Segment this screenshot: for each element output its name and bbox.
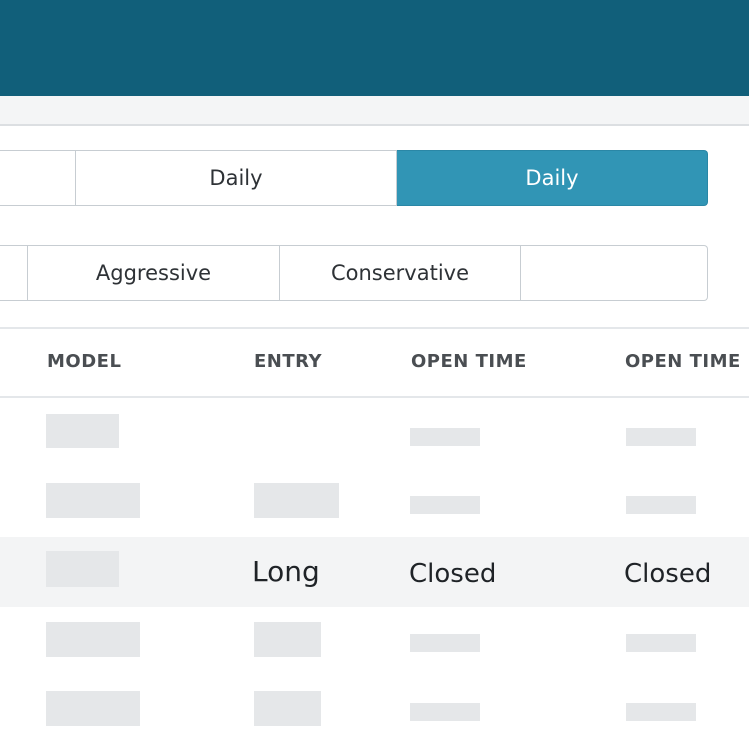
table-row[interactable] [0,468,749,538]
open-time-placeholder [626,703,696,721]
section-divider [0,327,749,329]
table-header: MODEL ENTRY OPEN TIME OPEN TIME [0,330,749,398]
open-time-placeholder [626,496,696,514]
app-header-bar [0,0,749,96]
timeframe-tab-daily-label: Daily [209,166,263,190]
entry-placeholder [254,622,321,657]
timeframe-segmented-control: Daily Daily [0,150,708,206]
table-row-highlighted[interactable]: Long Closed Closed [0,537,749,607]
column-header-entry[interactable]: ENTRY [254,351,322,372]
model-placeholder [46,414,119,448]
risk-tab-aggressive[interactable]: Aggressive [28,245,280,301]
timeframe-tab-daily-active-label: Daily [525,166,579,190]
timeframe-tab-1[interactable] [0,150,76,206]
column-header-model[interactable]: MODEL [47,351,121,372]
model-placeholder [46,691,140,726]
open-time-placeholder [626,428,696,446]
entry-placeholder [254,483,339,518]
risk-tab-conservative-label: Conservative [330,261,470,285]
model-placeholder [46,483,140,518]
open-time-placeholder [410,634,480,652]
table-row[interactable] [0,676,749,746]
table-row[interactable] [0,607,749,677]
model-placeholder [46,551,119,587]
open-time-placeholder [410,496,480,514]
open-time-placeholder [410,703,480,721]
entry-value: Long [252,555,320,588]
page: Daily Daily Aggressive Conservative MODE… [0,0,749,749]
column-header-open-time[interactable]: OPEN TIME [411,351,527,372]
open-time-placeholder [410,428,480,446]
risk-tab-conservative[interactable]: Conservative [280,245,521,301]
model-placeholder [46,622,140,657]
timeframe-tab-daily[interactable]: Daily [76,150,397,206]
entry-placeholder [254,691,321,726]
risk-tab-1[interactable] [0,245,28,301]
sub-header-strip [0,96,749,126]
timeframe-tab-daily-active[interactable]: Daily [397,150,708,206]
risk-tab-4[interactable] [521,245,708,301]
open-time-value-2: Closed [624,559,712,589]
table-row[interactable] [0,398,749,468]
risk-segmented-control: Aggressive Conservative [0,245,708,301]
column-header-open-time-2[interactable]: OPEN TIME [625,351,741,372]
open-time-value: Closed [409,559,497,589]
open-time-placeholder [626,634,696,652]
risk-tab-aggressive-label: Aggressive [95,261,212,285]
